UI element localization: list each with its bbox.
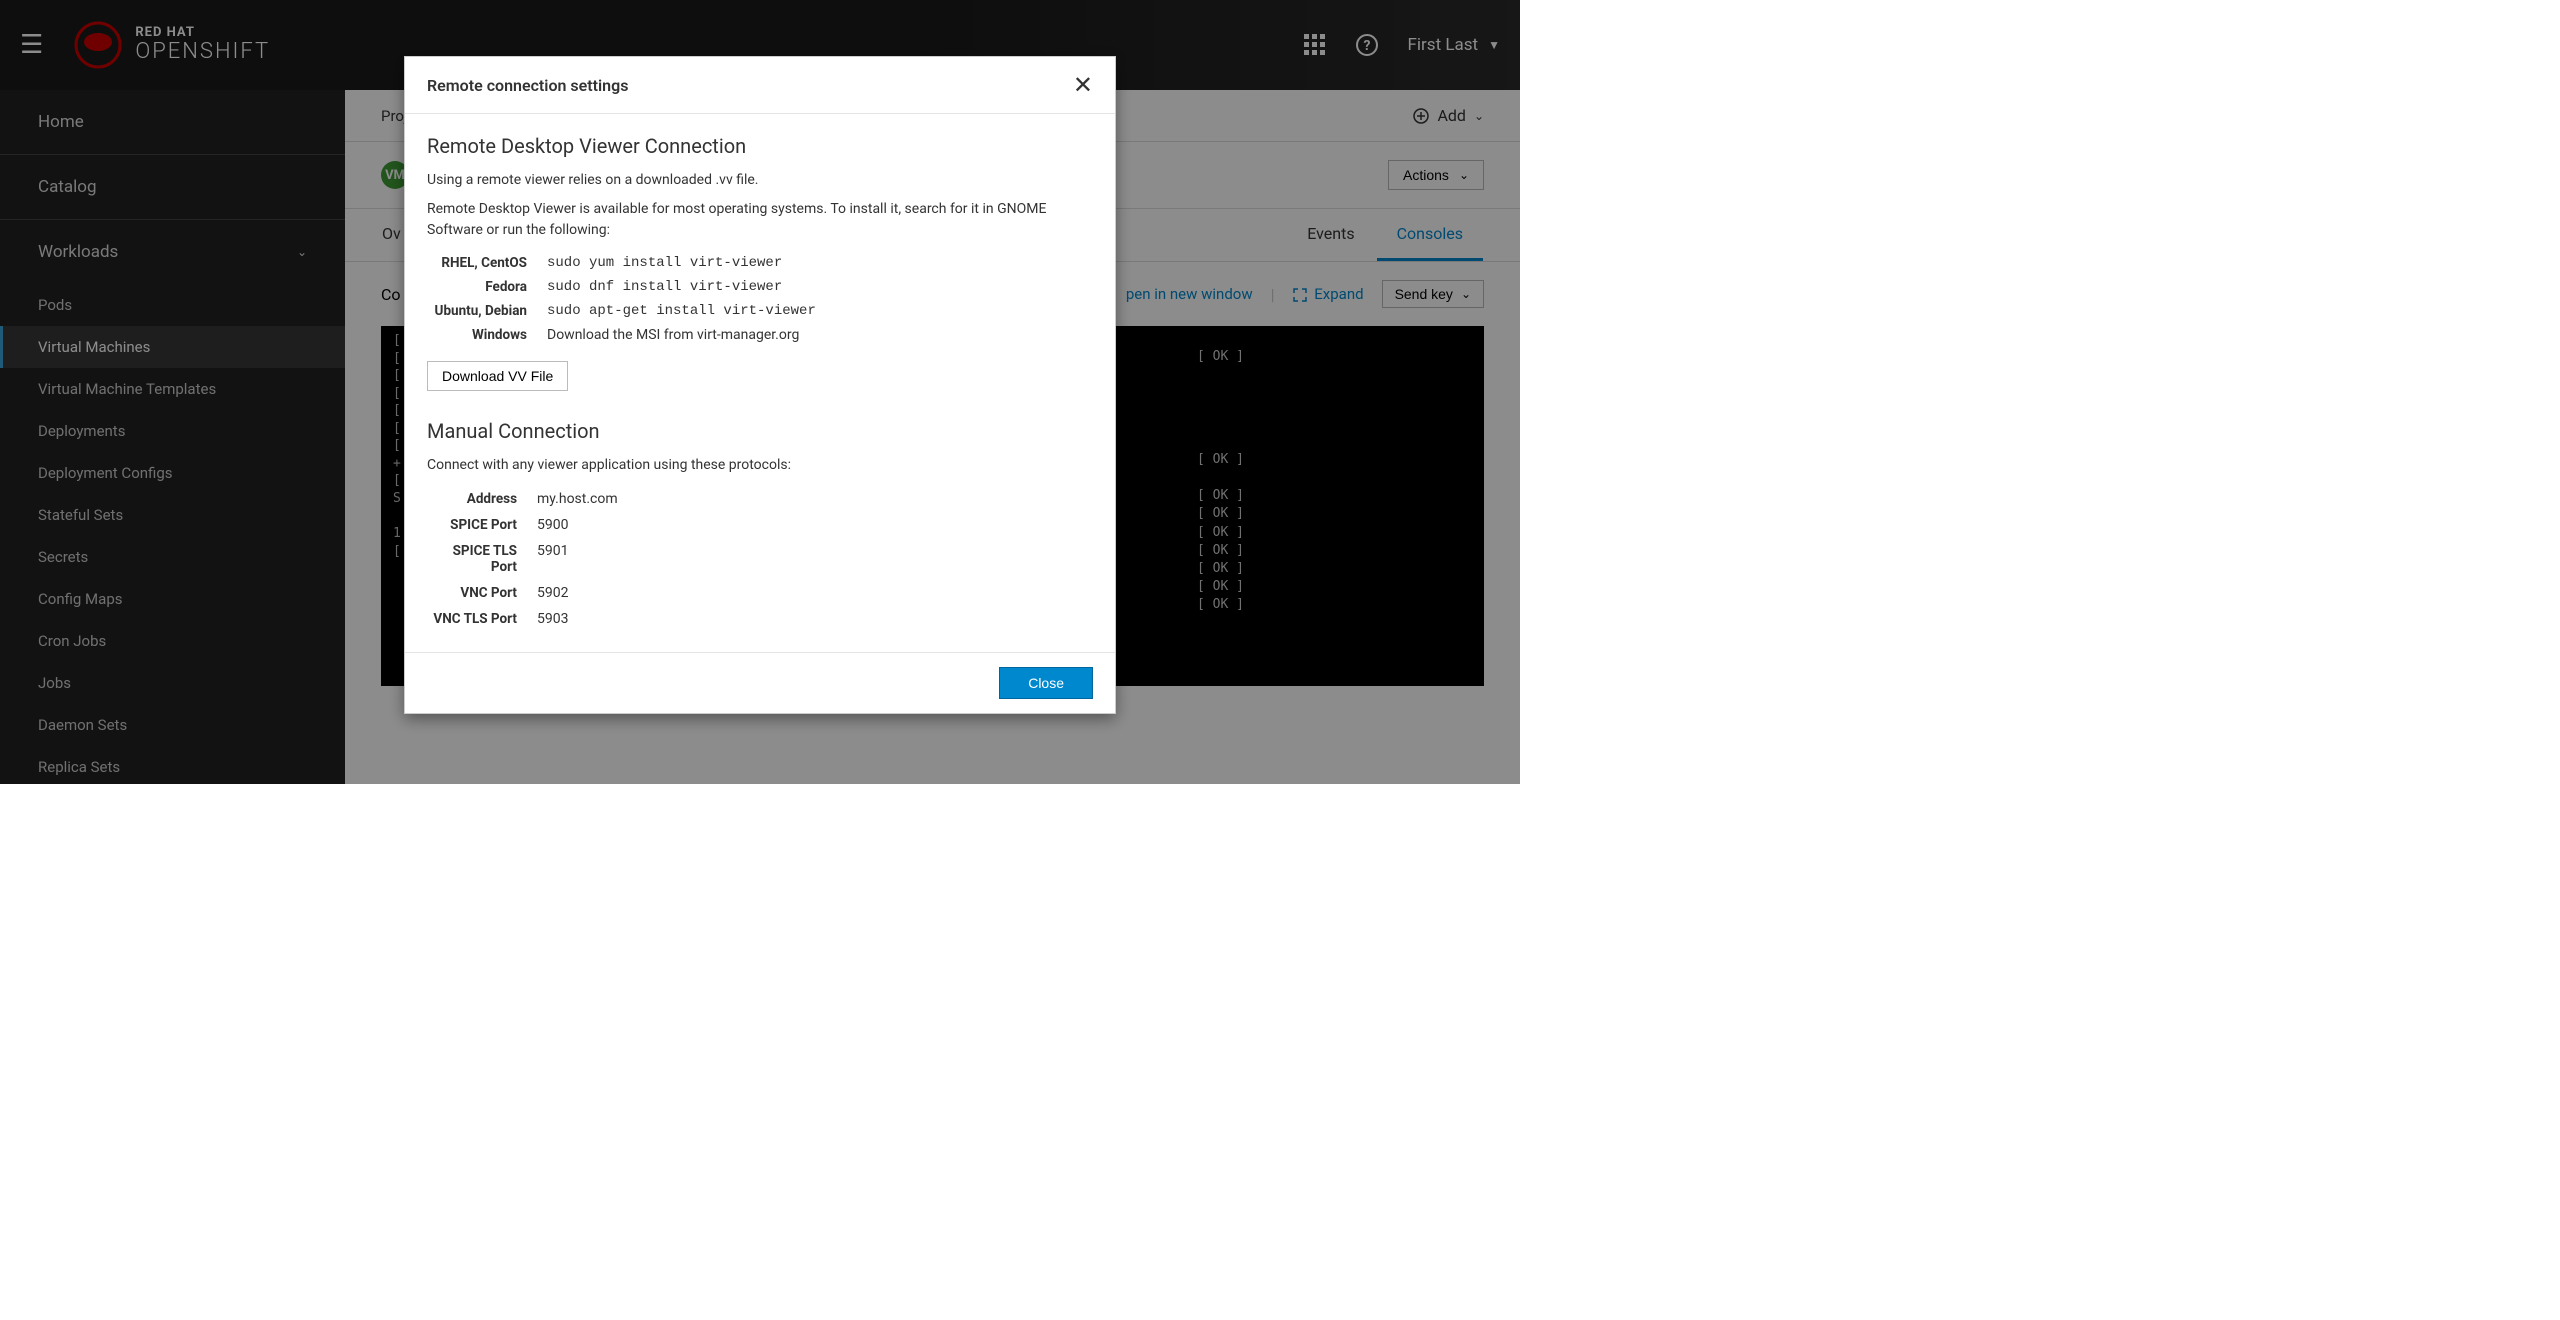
install-os: RHEL, CentOS [427,255,547,271]
install-row-rhel: RHEL, CentOS sudo yum install virt-viewe… [427,251,1093,275]
conn-val: 5901 [537,543,568,575]
install-cmd: Download the MSI from virt-manager.org [547,327,799,343]
modal-footer: Close [405,652,1115,713]
install-row-fedora: Fedora sudo dnf install virt-viewer [427,275,1093,299]
conn-val: 5900 [537,517,568,533]
rdv-section-title: Remote Desktop Viewer Connection [427,134,1093,158]
conn-row-address: Address my.host.com [427,486,1093,512]
install-cmd: sudo yum install virt-viewer [547,255,782,271]
install-table: RHEL, CentOS sudo yum install virt-viewe… [427,251,1093,347]
install-cmd: sudo apt-get install virt-viewer [547,303,816,319]
conn-val: 5902 [537,585,568,601]
install-os: Ubuntu, Debian [427,303,547,319]
install-os: Windows [427,327,547,343]
conn-val: my.host.com [537,491,618,507]
connection-table: Address my.host.com SPICE Port 5900 SPIC… [427,486,1093,632]
rdv-desc-1: Using a remote viewer relies on a downlo… [427,170,1093,191]
manual-desc: Connect with any viewer application usin… [427,455,1093,476]
modal-title: Remote connection settings [427,76,628,95]
install-os: Fedora [427,279,547,295]
install-row-windows: Windows Download the MSI from virt-manag… [427,323,1093,347]
manual-section-title: Manual Connection [427,419,1093,443]
rdv-desc-2: Remote Desktop Viewer is available for m… [427,199,1093,241]
conn-row-vnc: VNC Port 5902 [427,580,1093,606]
conn-label: VNC Port [427,585,537,601]
conn-label: SPICE TLS Port [427,543,537,575]
conn-label: Address [427,491,537,507]
modal-header: Remote connection settings ✕ [405,57,1115,114]
install-row-ubuntu: Ubuntu, Debian sudo apt-get install virt… [427,299,1093,323]
conn-label: VNC TLS Port [427,611,537,627]
conn-row-spicetls: SPICE TLS Port 5901 [427,538,1093,580]
conn-val: 5903 [537,611,568,627]
modal-body: Remote Desktop Viewer Connection Using a… [405,114,1115,652]
conn-row-spice: SPICE Port 5900 [427,512,1093,538]
remote-connection-modal: Remote connection settings ✕ Remote Desk… [404,56,1116,714]
conn-row-vnctls: VNC TLS Port 5903 [427,606,1093,632]
close-button[interactable]: Close [999,667,1093,699]
download-vv-button[interactable]: Download VV File [427,361,568,391]
close-icon[interactable]: ✕ [1073,71,1093,99]
install-cmd: sudo dnf install virt-viewer [547,279,782,295]
conn-label: SPICE Port [427,517,537,533]
